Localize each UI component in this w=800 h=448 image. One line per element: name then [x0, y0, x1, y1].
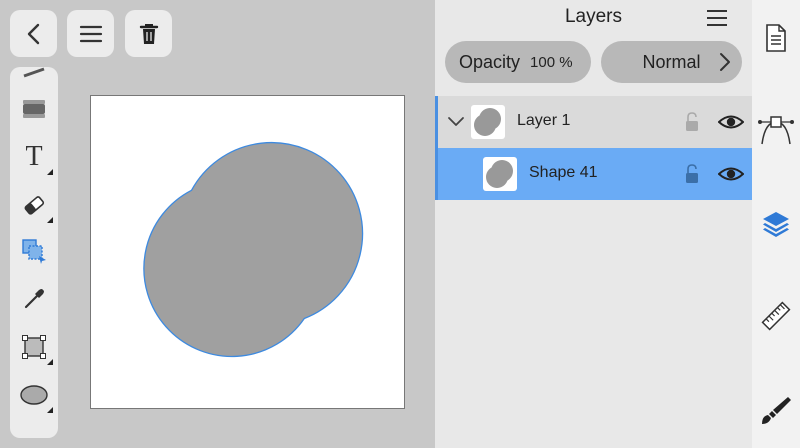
layers-panel: Layers Opacity 100 % Normal Layer 1 Shap…: [435, 0, 752, 448]
opacity-label: Opacity: [459, 51, 521, 72]
hamburger-icon: [79, 25, 102, 42]
ruler-icon: [761, 301, 791, 331]
trash-icon: [139, 23, 158, 44]
hamburger-icon: [707, 10, 727, 26]
vector-path-icon: [758, 116, 794, 145]
layer-row[interactable]: Layer 1: [435, 96, 752, 148]
document-canvas[interactable]: [90, 95, 405, 409]
eyedropper-tool-button[interactable]: [10, 277, 58, 321]
pen-tool-icon: [23, 67, 45, 78]
text-tool-icon: T: [25, 141, 43, 172]
eye-icon[interactable]: [718, 112, 744, 132]
blend-mode-value: Normal: [642, 51, 701, 72]
layer-name: Layer 1: [517, 112, 571, 129]
brush-icon: [762, 397, 791, 424]
selection-tool-button[interactable]: [10, 229, 58, 273]
transform-tool-button[interactable]: [10, 325, 58, 369]
layers-menu-button[interactable]: [706, 9, 728, 27]
chevron-down-icon[interactable]: [447, 113, 465, 131]
ellipse-tool-button[interactable]: [10, 373, 58, 417]
fill-tool-button[interactable]: [10, 87, 58, 131]
right-sidebar: [752, 0, 800, 448]
shape-thumbnail: [483, 157, 517, 191]
transform-tool-icon: [22, 335, 46, 359]
lock-icon[interactable]: [682, 111, 702, 133]
eye-icon[interactable]: [718, 164, 744, 184]
brush-panel-button[interactable]: [752, 386, 800, 434]
opacity-value: 100 %: [530, 53, 573, 71]
eraser-tool-icon: [24, 196, 45, 215]
delete-button[interactable]: [125, 10, 172, 57]
eyedropper-tool-icon: [24, 289, 44, 309]
back-button[interactable]: [10, 10, 57, 57]
node-panel-button[interactable]: [752, 105, 800, 153]
layer-row-selected[interactable]: Shape 41: [435, 148, 752, 200]
layer-thumbnail: [471, 105, 505, 139]
measure-panel-button[interactable]: [752, 292, 800, 340]
blend-mode-control[interactable]: Normal: [601, 41, 742, 83]
document-icon: [766, 24, 786, 52]
tool-strip: T: [10, 67, 58, 438]
eraser-tool-button[interactable]: [10, 183, 58, 227]
layers-icon: [763, 212, 789, 237]
text-tool-button[interactable]: T: [10, 135, 58, 179]
chevron-left-icon: [27, 23, 39, 44]
shape-41[interactable]: [91, 96, 405, 409]
layers-panel-button[interactable]: [752, 200, 800, 248]
lock-icon[interactable]: [682, 163, 702, 185]
layers-title: Layers: [564, 6, 623, 27]
chevron-right-icon: [720, 53, 730, 71]
shape-name: Shape 41: [529, 164, 598, 181]
fill-tool-icon: [23, 100, 45, 118]
opacity-control[interactable]: Opacity 100 %: [445, 41, 591, 83]
ellipse-tool-icon: [20, 385, 48, 405]
selection-tool-icon: [22, 239, 46, 264]
document-panel-button[interactable]: [752, 14, 800, 62]
menu-button[interactable]: [67, 10, 114, 57]
